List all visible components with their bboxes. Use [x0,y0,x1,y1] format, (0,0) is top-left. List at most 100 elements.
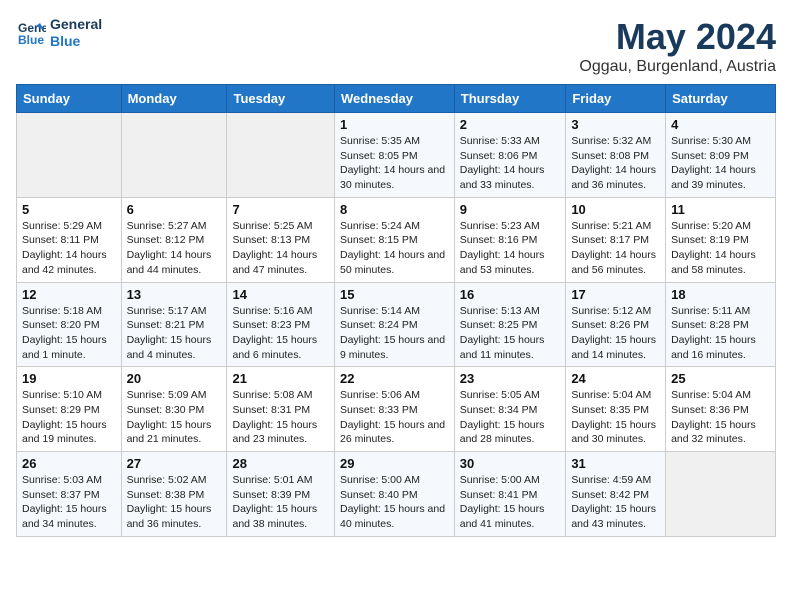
calendar-cell: 11Sunrise: 5:20 AMSunset: 8:19 PMDayligh… [666,197,776,282]
daylight-text: Daylight: 15 hours and 36 minutes. [127,503,212,530]
sunrise-text: Sunrise: 5:00 AM [460,474,540,486]
calendar-cell: 27Sunrise: 5:02 AMSunset: 8:38 PMDayligh… [121,452,227,537]
day-number: 20 [127,371,222,386]
sunrise-text: Sunrise: 5:11 AM [671,305,750,317]
logo-text-line1: General [50,16,102,33]
sunrise-text: Sunrise: 5:17 AM [127,305,207,317]
sunrise-text: Sunrise: 5:04 AM [571,389,651,401]
day-number: 31 [571,456,660,471]
day-number: 28 [232,456,329,471]
day-info: Sunrise: 4:59 AMSunset: 8:42 PMDaylight:… [571,473,660,532]
daylight-text: Daylight: 15 hours and 14 minutes. [571,334,656,361]
sunrise-text: Sunrise: 5:32 AM [571,135,651,147]
sunrise-text: Sunrise: 5:04 AM [671,389,751,401]
day-info: Sunrise: 5:27 AMSunset: 8:12 PMDaylight:… [127,219,222,278]
sunrise-text: Sunrise: 5:12 AM [571,305,651,317]
sunrise-text: Sunrise: 5:01 AM [232,474,312,486]
calendar-cell: 18Sunrise: 5:11 AMSunset: 8:28 PMDayligh… [666,282,776,367]
calendar-table: SundayMondayTuesdayWednesdayThursdayFrid… [16,84,776,537]
sunset-text: Sunset: 8:19 PM [671,234,749,246]
sunset-text: Sunset: 8:31 PM [232,404,310,416]
day-info: Sunrise: 5:11 AMSunset: 8:28 PMDaylight:… [671,304,770,363]
sunrise-text: Sunrise: 5:03 AM [22,474,102,486]
daylight-text: Daylight: 15 hours and 4 minutes. [127,334,212,361]
daylight-text: Daylight: 15 hours and 32 minutes. [671,419,756,446]
daylight-text: Daylight: 15 hours and 19 minutes. [22,419,107,446]
sunrise-text: Sunrise: 5:33 AM [460,135,540,147]
day-info: Sunrise: 5:23 AMSunset: 8:16 PMDaylight:… [460,219,561,278]
day-number: 25 [671,371,770,386]
sunset-text: Sunset: 8:28 PM [671,319,749,331]
calendar-cell: 24Sunrise: 5:04 AMSunset: 8:35 PMDayligh… [566,367,666,452]
day-number: 10 [571,202,660,217]
daylight-text: Daylight: 15 hours and 23 minutes. [232,419,317,446]
sunrise-text: Sunrise: 5:02 AM [127,474,207,486]
day-info: Sunrise: 5:17 AM Sunset: 8:21 PM Daylight:… [127,304,222,363]
sunrise-text: Sunrise: 5:21 AM [571,220,651,232]
daylight-text: Daylight: 15 hours and 26 minutes. [340,419,445,446]
day-info: Sunrise: 5:29 AMSunset: 8:11 PMDaylight:… [22,219,116,278]
calendar-cell [666,452,776,537]
calendar-cell: 12Sunrise: 5:18 AMSunset: 8:20 PMDayligh… [17,282,122,367]
calendar-cell: 3Sunrise: 5:32 AMSunset: 8:08 PMDaylight… [566,113,666,198]
calendar-cell: 21Sunrise: 5:08 AMSunset: 8:31 PMDayligh… [227,367,335,452]
page-header: General Blue General Blue May 2024 Oggau… [16,16,776,76]
sunset-text: Sunset: 8:39 PM [232,489,310,501]
day-info: Sunrise: 5:25 AM Sunset: 8:13 PM Daylight:… [232,219,329,278]
daylight-text: Daylight: 14 hours and 30 minutes. [340,164,445,191]
sunset-text: Sunset: 8:13 PM [232,234,310,246]
day-info: Sunrise: 5:03 AMSunset: 8:37 PMDaylight:… [22,473,116,532]
day-info: Sunrise: 5:09 AMSunset: 8:30 PMDaylight:… [127,388,222,447]
sunrise-text: Sunrise: 5:27 AM [127,220,207,232]
day-number: 14 [232,287,329,302]
weekday-header: Sunday [17,85,122,113]
sunrise-text: Sunrise: 5:16 AM [232,305,312,317]
calendar-cell: 25Sunrise: 5:04 AMSunset: 8:36 PMDayligh… [666,367,776,452]
daylight-text: Daylight: 15 hours and 1 minute. [22,334,107,361]
calendar-week-row: 26Sunrise: 5:03 AMSunset: 8:37 PMDayligh… [17,452,776,537]
day-number: 22 [340,371,449,386]
daylight-text: Daylight: 15 hours and 21 minutes. [127,419,212,446]
calendar-cell: 7Sunrise: 5:25 AMSunset: 8:13 PMDaylight… [227,197,335,282]
calendar-week-row: 12Sunrise: 5:18 AMSunset: 8:20 PMDayligh… [17,282,776,367]
weekday-header: Tuesday [227,85,335,113]
day-info: Sunrise: 5:20 AMSunset: 8:19 PMDaylight:… [671,219,770,278]
day-info: Sunrise: 5:24 AMSunset: 8:15 PMDaylight:… [340,219,449,278]
sunrise-text: Sunrise: 4:59 AM [571,474,651,486]
day-number: 1 [340,117,449,132]
day-number: 8 [340,202,449,217]
sunset-text: Sunset: 8:34 PM [460,404,538,416]
calendar-cell: 14Sunrise: 5:16 AMSunset: 8:23 PMDayligh… [227,282,335,367]
day-number: 17 [571,287,660,302]
calendar-cell: 13Sunrise: 5:17 AMSunset: 8:21 PMDayligh… [121,282,227,367]
calendar-cell: 19Sunrise: 5:10 AMSunset: 8:29 PMDayligh… [17,367,122,452]
day-number: 29 [340,456,449,471]
sunset-text: Sunset: 8:23 PM [232,319,310,331]
daylight-text: Daylight: 14 hours and 58 minutes. [671,249,756,276]
sunrise-text: Sunrise: 5:06 AM [340,389,420,401]
daylight-text: Daylight: 14 hours and 44 minutes. [127,249,212,276]
calendar-cell: 5Sunrise: 5:29 AMSunset: 8:11 PMDaylight… [17,197,122,282]
daylight-text: Daylight: 15 hours and 38 minutes. [232,503,317,530]
day-info: Sunrise: 5:35 AMSunset: 8:05 PMDaylight:… [340,134,449,193]
weekday-header: Friday [566,85,666,113]
sunrise-text: Sunrise: 5:25 AM [232,220,312,232]
title-area: May 2024 Oggau, Burgenland, Austria [579,16,776,76]
day-number: 21 [232,371,329,386]
sunset-text: Sunset: 8:20 PM [22,319,100,331]
calendar-cell: 15Sunrise: 5:14 AMSunset: 8:24 PMDayligh… [334,282,454,367]
calendar-cell: 1 Sunrise: 5:35 AMSunset: 8:05 PMDaylight… [334,113,454,198]
sunset-text: Sunset: 8:21 PM [127,319,205,331]
calendar-cell: 4Sunrise: 5:30 AMSunset: 8:09 PMDaylight… [666,113,776,198]
day-info: Sunrise: 5:02 AMSunset: 8:38 PMDaylight:… [127,473,222,532]
day-info: Sunrise: 5:00 AMSunset: 8:41 PMDaylight:… [460,473,561,532]
daylight-text: Daylight: 14 hours and 47 minutes. [232,249,317,276]
sunset-text: Sunset: 8:33 PM [340,404,418,416]
calendar-cell [17,113,122,198]
day-info: Sunrise: 5:32 AMSunset: 8:08 PMDaylight:… [571,134,660,193]
sunset-text: Sunset: 8:17 PM [571,234,649,246]
day-info: Sunrise: 5:06 AM Sunset: 8:33 PM Daylight:… [340,388,449,447]
sunset-text: Sunset: 8:15 PM [340,234,418,246]
sunrise-text: Sunrise: 5:14 AM [340,305,420,317]
calendar-cell: 26Sunrise: 5:03 AMSunset: 8:37 PMDayligh… [17,452,122,537]
